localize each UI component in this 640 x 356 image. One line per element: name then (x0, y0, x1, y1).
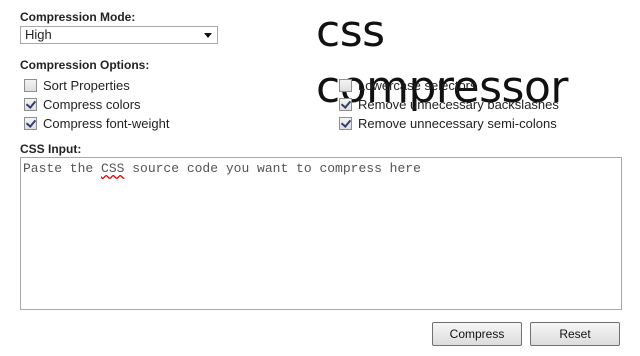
option-remove-backslashes[interactable]: Remove unnecessary backslashes (339, 96, 559, 112)
option-label: Compress font-weight (43, 115, 170, 131)
compression-mode-value: High (25, 27, 52, 42)
lowercase-selectors-checkbox[interactable] (339, 78, 352, 92)
css-input-textarea[interactable]: Paste the CSS source code you want to co… (20, 157, 622, 310)
option-label: Compress colors (43, 96, 141, 112)
option-compress-font-weight[interactable]: Compress font-weight (24, 115, 169, 131)
remove-semicolons-checkbox[interactable] (339, 116, 352, 130)
placeholder-text: Paste the CSS source code you want to co… (23, 161, 421, 176)
compression-options-label: Compression Options: (20, 58, 150, 72)
compress-colors-checkbox[interactable] (24, 97, 37, 111)
compression-mode-select[interactable]: High (20, 26, 218, 44)
reset-button[interactable]: Reset (530, 322, 620, 346)
sort-properties-checkbox[interactable] (24, 78, 37, 92)
option-label: Remove unnecessary backslashes (358, 96, 559, 112)
option-sort-properties[interactable]: Sort Properties (24, 77, 130, 93)
remove-backslashes-checkbox[interactable] (339, 97, 352, 111)
option-compress-colors[interactable]: Compress colors (24, 96, 141, 112)
option-label: Lowercase selectors (358, 77, 477, 93)
css-input-label: CSS Input: (20, 142, 82, 156)
compression-mode-label: Compression Mode: (20, 10, 136, 24)
option-remove-semicolons[interactable]: Remove unnecessary semi-colons (339, 115, 557, 131)
option-label: Sort Properties (43, 77, 130, 93)
option-lowercase-selectors[interactable]: Lowercase selectors (339, 77, 477, 93)
chevron-down-icon (204, 33, 212, 38)
compress-button[interactable]: Compress (432, 322, 522, 346)
option-label: Remove unnecessary semi-colons (358, 115, 557, 131)
compress-font-weight-checkbox[interactable] (24, 116, 37, 130)
